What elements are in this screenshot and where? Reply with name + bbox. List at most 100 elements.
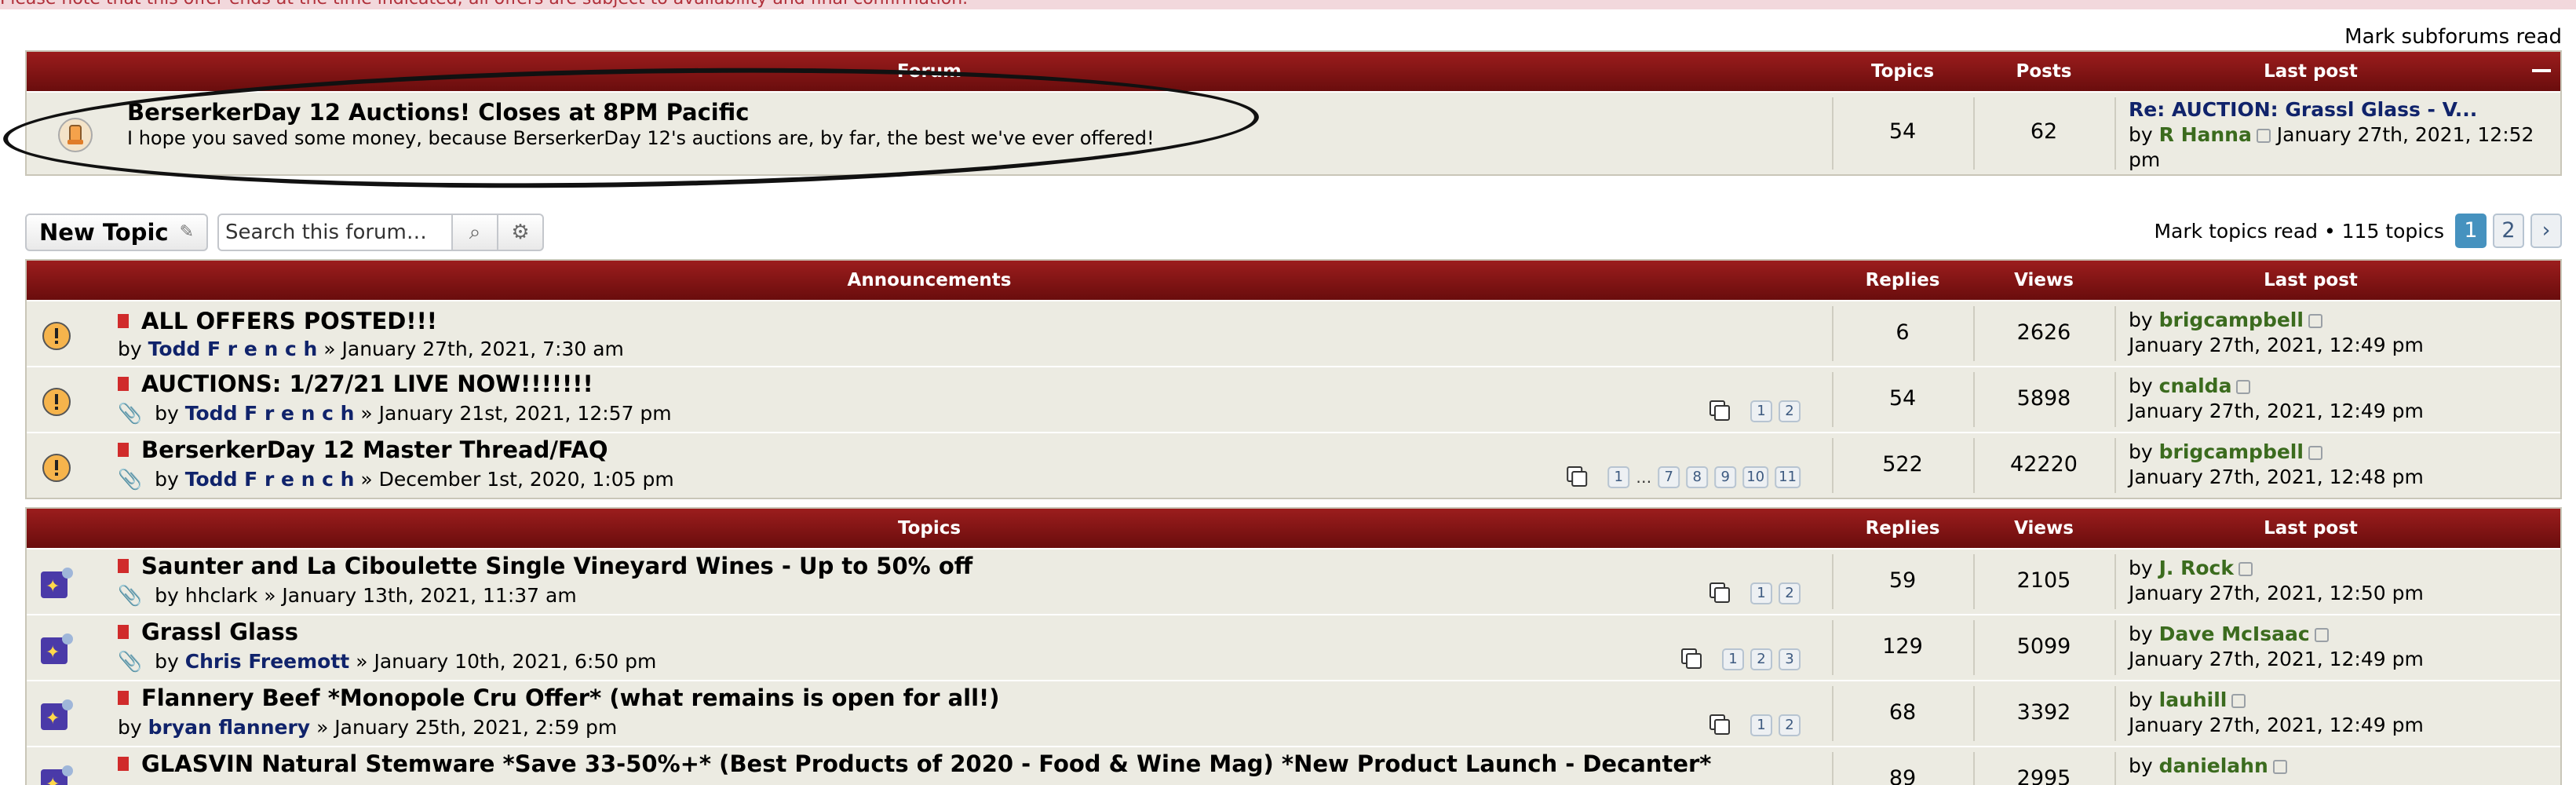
by-label: by [118, 716, 142, 739]
page-1-button[interactable]: 1 [2455, 214, 2487, 248]
last-post-user-link[interactable]: J. Rock [2159, 557, 2234, 579]
svg-text:✦: ✦ [46, 643, 60, 663]
last-post-header: Last post [2264, 518, 2358, 539]
topic-page-link[interactable]: 1 [1607, 466, 1630, 488]
announcement-row[interactable]: ALL OFFERS POSTED!!! by Todd F r e n c h… [27, 300, 2560, 366]
last-post-cell: by J. Rock January 27th, 2021, 12:50 pm [2129, 556, 2424, 606]
topic-page-link[interactable]: 2 [1779, 582, 1801, 604]
topic-page-link[interactable]: 2 [1779, 714, 1801, 736]
views-count: 3392 [2016, 700, 2071, 725]
paperclip-icon: 📎 [118, 468, 143, 491]
last-post-title-link[interactable]: Re: AUCTION: Grassl Glass - V... [2129, 97, 2560, 122]
page-2-button[interactable]: 2 [2493, 214, 2524, 248]
last-post-user-link[interactable]: lauhill [2159, 688, 2228, 711]
topic-title-link[interactable]: BerserkerDay 12 Master Thread/FAQ [141, 436, 608, 463]
view-latest-post-icon[interactable] [2272, 760, 2287, 774]
mark-topics-read-link[interactable]: Mark topics read • 115 topics [2154, 220, 2444, 243]
post-date: » January 21st, 2021, 12:57 pm [360, 402, 672, 425]
author-link[interactable]: Chris Freemott [185, 650, 349, 673]
replies-count: 68 [1888, 700, 1917, 725]
topic-page-link[interactable]: 7 [1658, 466, 1680, 488]
collapse-icon[interactable] [2532, 69, 2551, 72]
multipage-icon [1567, 466, 1590, 488]
author-link[interactable]: bryan flannery [148, 716, 310, 739]
new-topic-button[interactable]: New Topic ✎ [25, 214, 209, 251]
topic-title-link[interactable]: Grassl Glass [141, 619, 298, 645]
search-input[interactable]: Search this forum… [217, 214, 454, 251]
topic-page-link[interactable]: 1 [1750, 582, 1772, 604]
svg-text:✦: ✦ [46, 577, 60, 597]
last-post-cell: by cnalda January 27th, 2021, 12:49 pm [2129, 374, 2424, 424]
topic-page-link[interactable]: 10 [1742, 466, 1769, 488]
last-post-user-link[interactable]: danielahn [2159, 754, 2268, 777]
topic-page-link[interactable]: 1 [1750, 714, 1772, 736]
topic-page-link[interactable]: 1 [1722, 648, 1744, 670]
view-latest-post-icon[interactable] [2231, 694, 2246, 708]
topic-title-link[interactable]: AUCTIONS: 1/27/21 LIVE NOW!!!!!!! [141, 371, 593, 397]
topic-title-link[interactable]: ALL OFFERS POSTED!!! [141, 308, 437, 334]
view-latest-post-icon[interactable] [2308, 446, 2322, 460]
announcement-row[interactable]: BerserkerDay 12 Master Thread/FAQ 📎 by To… [27, 432, 2560, 498]
last-post-user-link[interactable]: Dave McIsaac [2159, 623, 2310, 645]
author-link[interactable]: hhclark [185, 584, 257, 607]
author-link[interactable]: Todd F r e n c h [185, 468, 355, 491]
forum-posts-count: 62 [2030, 119, 2058, 144]
search-icon[interactable]: ⌕ [453, 214, 499, 251]
multipage-icon [1709, 582, 1733, 604]
post-icon [118, 559, 129, 573]
topic-page-link[interactable]: 2 [1750, 648, 1772, 670]
topic-pagination-mini: 1 2 [1709, 714, 1801, 736]
last-post-user-link[interactable]: brigcampbell [2159, 309, 2304, 331]
topic-row[interactable]: ✦ Flannery Beef *Monopole Cru Offer* (wh… [27, 680, 2560, 746]
topic-row[interactable]: ✦ GLASVIN Natural Stemware *Save 33-50%+… [27, 746, 2560, 785]
topic-page-link[interactable]: 3 [1779, 648, 1801, 670]
view-latest-post-icon[interactable] [2238, 562, 2253, 576]
last-post-user-link[interactable]: brigcampbell [2159, 440, 2304, 463]
last-post-user-link[interactable]: R Hanna [2159, 123, 2252, 146]
new-topic-label: New Topic [39, 219, 169, 246]
topic-title-link[interactable]: Saunter and La Ciboulette Single Vineyar… [141, 553, 972, 579]
hot-topic-icon: ✦ [41, 765, 73, 785]
by-label: by [155, 468, 179, 491]
view-latest-post-icon[interactable] [2314, 628, 2329, 642]
forum-header-label: Forum [896, 61, 962, 82]
replies-count: 89 [1888, 766, 1917, 785]
topic-row[interactable]: ✦ Grassl Glass 📎 by Chris Freemott » Janu… [27, 614, 2560, 680]
announcement-icon [42, 322, 71, 350]
mark-subforums-read-link[interactable]: Mark subforums read [2344, 25, 2562, 49]
forum-search: Search this forum… ⌕ ⚙ [217, 214, 545, 251]
views-count: 2995 [2016, 766, 2071, 785]
topics-header: Topics Replies Views Last post [27, 509, 2560, 548]
by-label: by [155, 584, 179, 607]
views-count: 2105 [2016, 568, 2071, 593]
next-page-chevron-icon[interactable]: › [2530, 214, 2562, 248]
topic-page-link[interactable]: 1 [1750, 400, 1772, 422]
author-link[interactable]: Todd F r e n c h [185, 402, 355, 425]
by-label: by [2129, 374, 2153, 397]
topic-page-link[interactable]: 11 [1775, 466, 1801, 488]
topic-page-link[interactable]: 9 [1714, 466, 1737, 488]
announcement-row[interactable]: AUCTIONS: 1/27/21 LIVE NOW!!!!!!! 📎 by To… [27, 366, 2560, 432]
topic-title-link[interactable]: Flannery Beef *Monopole Cru Offer* (what… [141, 685, 1000, 711]
view-latest-post-icon[interactable] [2256, 129, 2271, 143]
forum-read-icon [58, 118, 93, 152]
gear-icon[interactable]: ⚙ [498, 214, 545, 251]
col-divider [2114, 620, 2116, 675]
author-link[interactable]: Todd F r e n c h [148, 338, 318, 360]
last-post-user-link[interactable]: cnalda [2159, 374, 2232, 397]
topic-title-link[interactable]: GLASVIN Natural Stemware *Save 33-50%+* … [141, 750, 1711, 777]
view-latest-post-icon[interactable] [2236, 380, 2251, 394]
last-post-header: Last post [2264, 61, 2358, 82]
pencil-icon: ✎ [179, 222, 195, 242]
view-latest-post-icon[interactable] [2308, 314, 2322, 328]
views-count: 5099 [2016, 634, 2071, 659]
multipage-icon [1681, 648, 1705, 670]
forum-title-link[interactable]: BerserkerDay 12 Auctions! Closes at 8PM … [127, 99, 749, 126]
by-label: by [2129, 557, 2153, 579]
topic-page-link[interactable]: 2 [1779, 400, 1801, 422]
replies-count: 6 [1896, 320, 1910, 345]
forum-row[interactable]: BerserkerDay 12 Auctions! Closes at 8PM … [27, 91, 2560, 174]
topic-page-link[interactable]: 8 [1686, 466, 1709, 488]
topic-row[interactable]: ✦ Saunter and La Ciboulette Single Viney… [27, 548, 2560, 614]
last-post-date-cont: pm [2129, 148, 2161, 171]
